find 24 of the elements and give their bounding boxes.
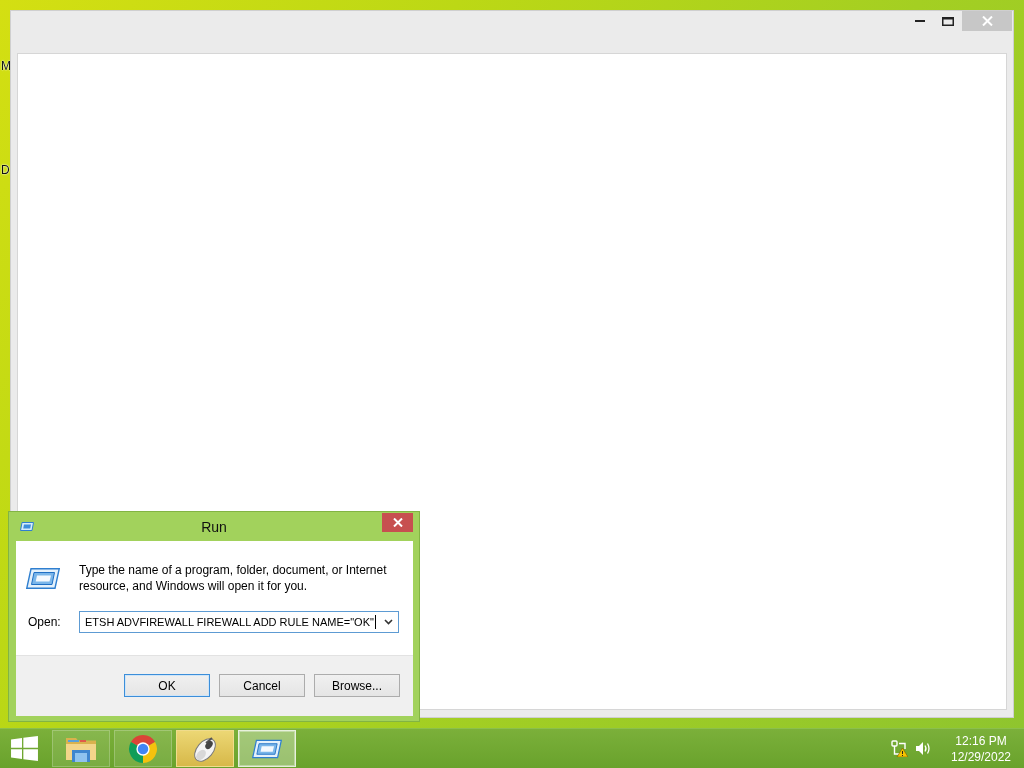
dialog-button[interactable]: OK bbox=[124, 674, 210, 697]
dialog-button[interactable]: Browse... bbox=[314, 674, 400, 697]
chevron-down-icon[interactable] bbox=[384, 619, 393, 625]
close-button[interactable] bbox=[382, 513, 413, 532]
close-icon bbox=[981, 16, 993, 26]
run-icon bbox=[20, 522, 34, 531]
desktop-icon-label[interactable]: M bbox=[1, 59, 11, 73]
desktop-icon-label[interactable]: D bbox=[1, 163, 10, 177]
text-cursor-icon bbox=[374, 615, 376, 629]
run-icon bbox=[252, 738, 282, 759]
command-combobox[interactable]: ETSH ADVFIREWALL FIREWALL ADD RULE NAME="OK" bbox=[79, 611, 399, 633]
dialog-message: Type the name of a program, folder, document, or Internet resource, and Windows will open it for you. bbox=[79, 562, 387, 594]
dialog-title: Run bbox=[201, 519, 227, 535]
chrome-icon bbox=[128, 733, 158, 764]
open-label: Open: bbox=[28, 615, 62, 629]
close-icon bbox=[392, 518, 403, 527]
maximize-icon bbox=[942, 16, 954, 26]
taskbar-button[interactable] bbox=[176, 730, 234, 767]
dialog-button[interactable]: Cancel bbox=[219, 674, 305, 697]
run-icon bbox=[26, 568, 60, 589]
windows-logo-icon bbox=[10, 736, 38, 761]
minimize-icon bbox=[915, 20, 925, 22]
network-warning-icon[interactable] bbox=[891, 740, 908, 757]
speaker-icon[interactable] bbox=[915, 741, 931, 756]
